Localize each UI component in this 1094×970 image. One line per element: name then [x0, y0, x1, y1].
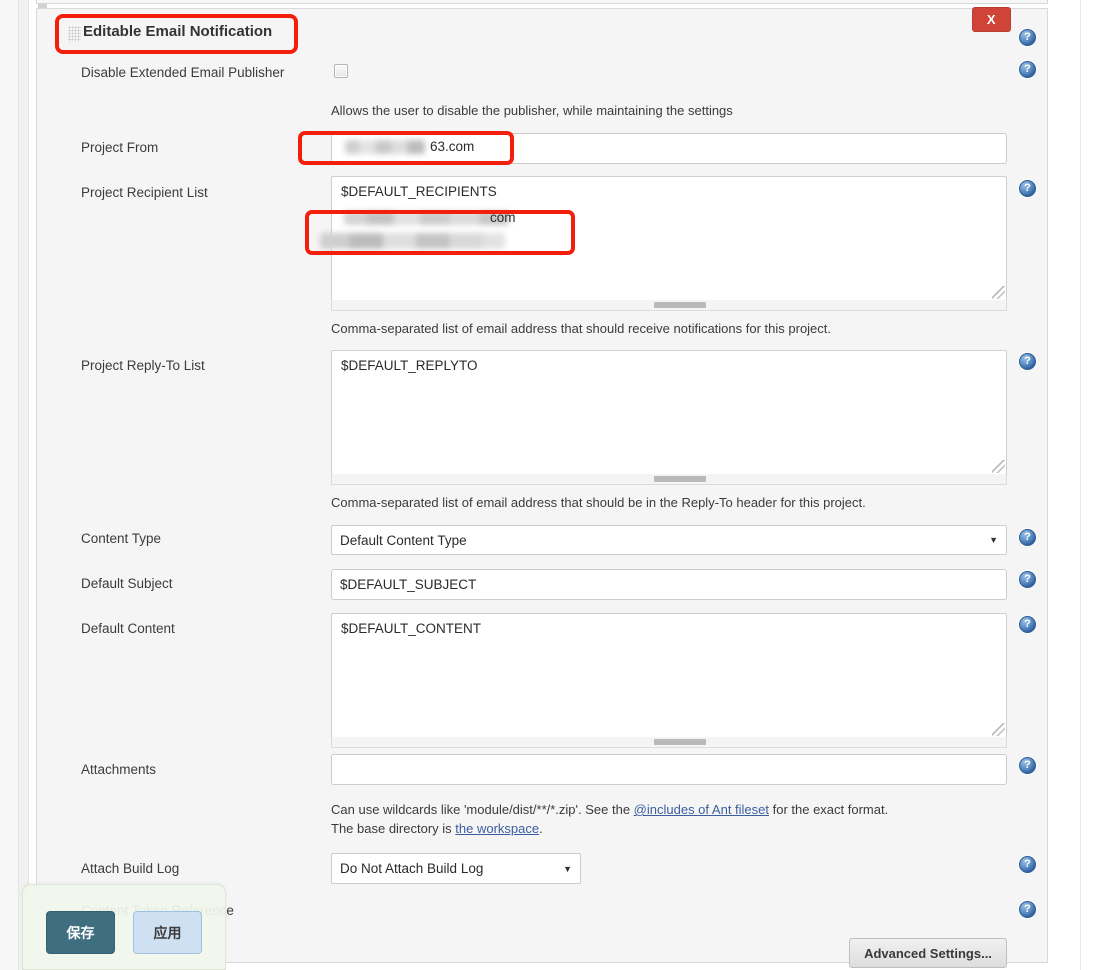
value-project-recipient-line2-suffix: com [490, 210, 516, 225]
help-text-disable-publisher: Allows the user to disable the publisher… [331, 103, 733, 118]
help-icon-project-reply-to-list[interactable] [1019, 353, 1036, 370]
label-project-reply-to-list: Project Reply-To List [81, 358, 205, 373]
textarea-hscrollbar-thumb-reply-to-list[interactable] [654, 476, 706, 482]
textarea-project-reply-to-list[interactable]: $DEFAULT_REPLYTO [331, 350, 1007, 475]
textarea-hscrollbar-reply-to-list[interactable] [331, 474, 1007, 485]
apply-button[interactable]: 应用 [133, 911, 202, 954]
advanced-settings-button[interactable]: Advanced Settings... [849, 938, 1007, 968]
help-icon-default-subject[interactable] [1019, 571, 1036, 588]
apply-button-label: 应用 [153, 924, 182, 941]
input-attachments[interactable] [331, 754, 1007, 785]
redaction-blur-recipient-line3 [320, 233, 505, 249]
value-default-content: $DEFAULT_CONTENT [341, 621, 482, 636]
page-right-gutter [1080, 0, 1094, 970]
textarea-hscrollbar-recipient-list[interactable] [331, 300, 1007, 311]
help-icon-project-recipient-list[interactable] [1019, 180, 1036, 197]
section-title: Editable Email Notification [83, 23, 273, 40]
textarea-hscrollbar-default-content[interactable] [331, 737, 1007, 748]
select-content-type-value: Default Content Type [340, 532, 467, 548]
select-content-type[interactable]: Default Content Type ▼ [331, 525, 1007, 555]
drag-handle-dots-icon[interactable] [68, 26, 81, 42]
value-project-from-suffix: 63.com [430, 139, 475, 154]
chevron-down-icon-content-type: ▼ [989, 535, 998, 545]
textarea-hscrollbar-thumb-default-content[interactable] [654, 739, 706, 745]
help-icon-content-type[interactable] [1019, 529, 1036, 546]
textarea-hscrollbar-thumb-recipient-list[interactable] [654, 302, 706, 308]
close-section-button[interactable]: X [972, 7, 1011, 32]
help-text-project-recipient-list: Comma-separated list of email address th… [331, 321, 832, 336]
select-attach-build-log-value: Do Not Attach Build Log [340, 861, 484, 876]
help-icon-section[interactable] [1019, 29, 1036, 46]
link-ant-fileset-includes[interactable]: @includes of Ant fileset [634, 802, 769, 817]
input-default-subject[interactable]: $DEFAULT_SUBJECT [331, 569, 1007, 600]
help-text-attachments-part4: . [539, 821, 543, 836]
textarea-default-content[interactable]: $DEFAULT_CONTENT [331, 613, 1007, 738]
label-default-subject: Default Subject [81, 576, 173, 591]
help-icon-content-token-reference[interactable] [1019, 901, 1036, 918]
help-text-attachments-part1: Can use wildcards like 'module/dist/**/*… [331, 802, 634, 817]
help-icon-default-content[interactable] [1019, 616, 1036, 633]
screenshot-root: X Editable Email Notification Disable Ex… [0, 0, 1094, 970]
value-project-reply-to-list: $DEFAULT_REPLYTO [341, 358, 478, 373]
page-left-gutter [0, 0, 18, 970]
help-text-project-reply-to-list: Comma-separated list of email address th… [331, 495, 866, 510]
label-attachments: Attachments [81, 762, 157, 777]
label-project-recipient-list: Project Recipient List [81, 185, 208, 200]
page-vertical-scrollbar[interactable] [18, 0, 47, 970]
label-project-from: Project From [81, 140, 159, 155]
redaction-blur-recipient-line2a [344, 211, 509, 225]
save-button-label: 保存 [66, 924, 95, 941]
label-default-content: Default Content [81, 621, 175, 636]
label-attach-build-log: Attach Build Log [81, 861, 180, 876]
advanced-settings-button-label: Advanced Settings... [864, 945, 992, 961]
save-button[interactable]: 保存 [46, 911, 115, 954]
value-project-recipient-line1: $DEFAULT_RECIPIENTS [341, 184, 497, 199]
label-content-type: Content Type [81, 531, 162, 546]
help-text-attachments-part2: for the exact format. [769, 802, 889, 817]
link-the-workspace[interactable]: the workspace [455, 821, 539, 836]
help-text-attachments-part3: The base directory is [331, 821, 456, 836]
previous-section-panel-edge [36, 0, 1048, 4]
chevron-down-icon-attach-build-log: ▼ [563, 863, 572, 874]
close-button-label: X [986, 12, 997, 27]
label-disable-extended-email-publisher: Disable Extended Email Publisher [81, 65, 285, 80]
help-icon-attachments[interactable] [1019, 757, 1036, 774]
checkbox-disable-extended-email-publisher[interactable] [334, 64, 348, 78]
help-icon-attach-build-log[interactable] [1019, 856, 1036, 873]
value-default-subject: $DEFAULT_SUBJECT [340, 577, 477, 592]
select-attach-build-log[interactable]: Do Not Attach Build Log ▼ [331, 853, 581, 884]
redaction-blur-project-from [345, 140, 425, 154]
help-text-attachments: Can use wildcards like 'module/dist/**/*… [331, 800, 1021, 838]
help-icon-disable-publisher[interactable] [1019, 61, 1036, 78]
